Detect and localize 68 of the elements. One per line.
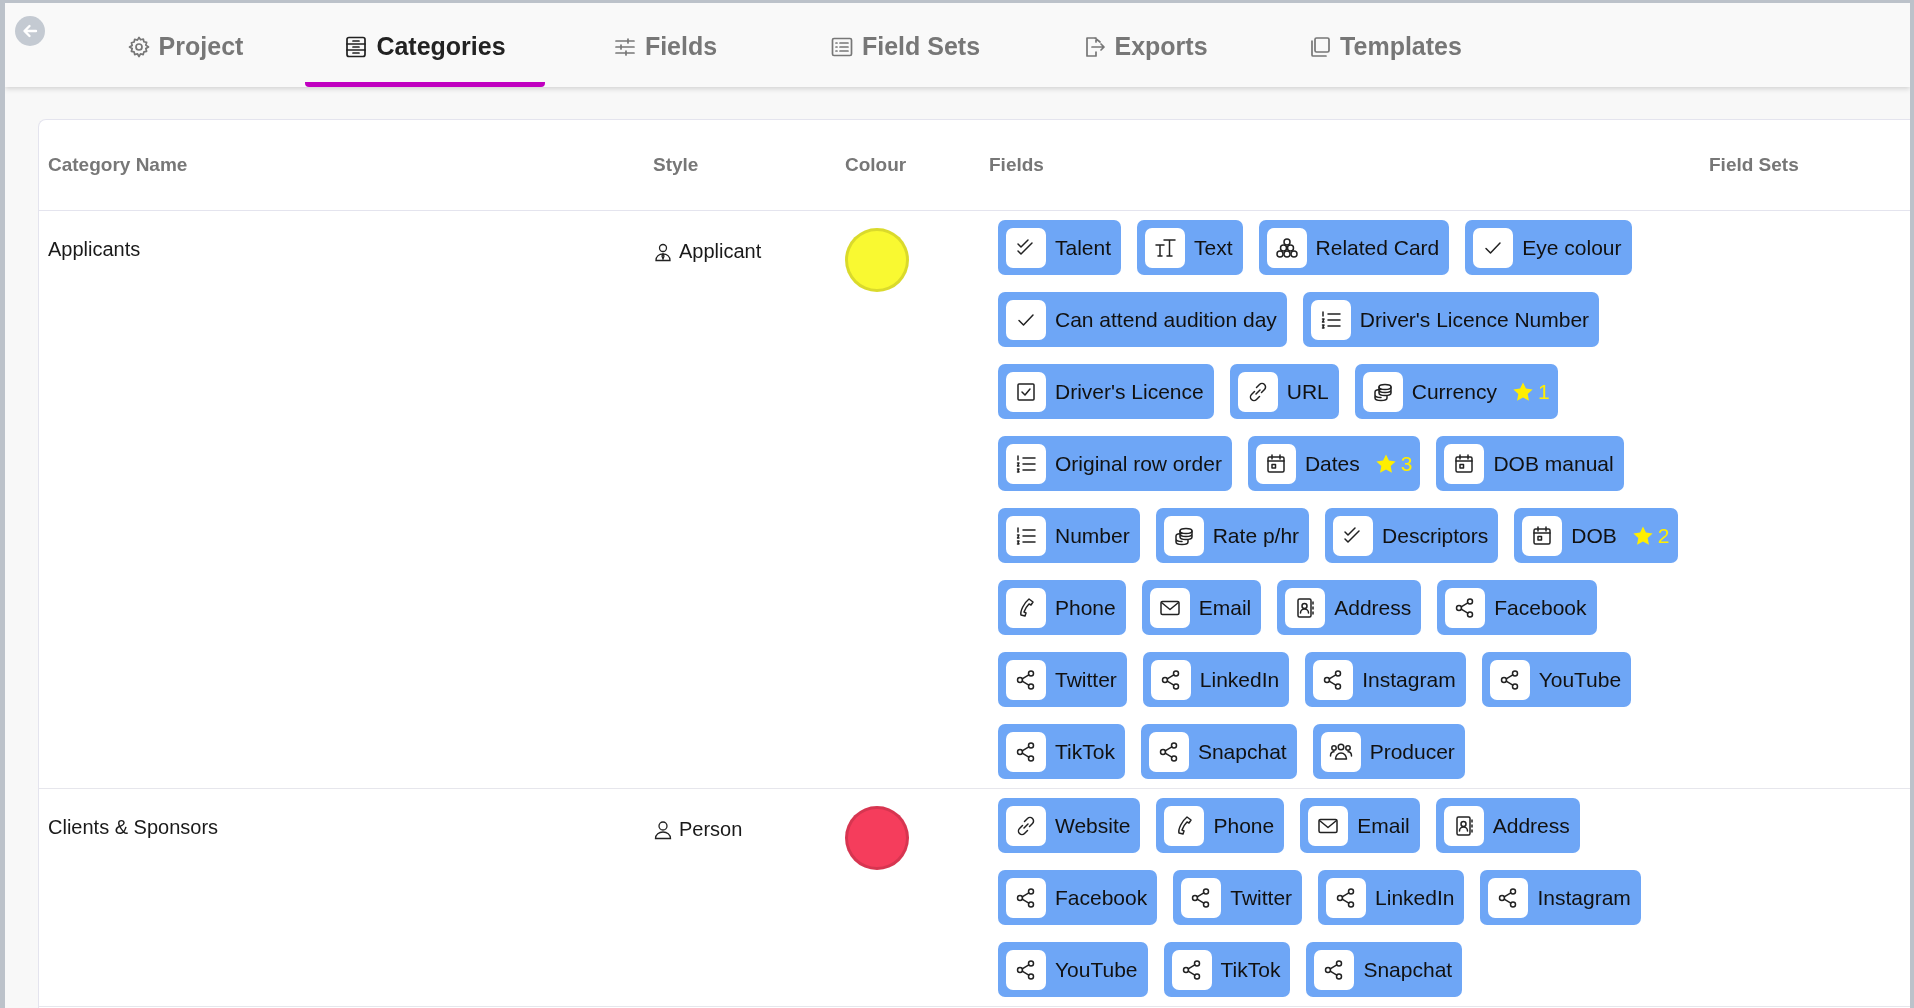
field-chip[interactable]: DOB 2 [1514,508,1678,563]
field-chip[interactable]: Dates 3 [1247,436,1421,491]
star-count: 3 [1400,451,1413,476]
field-chip[interactable]: Snapchat [1306,942,1463,997]
field-chip[interactable]: Can attend audition day [998,292,1287,347]
field-chip[interactable]: Instagram [1480,870,1641,925]
field-chip[interactable]: Rate p/hr [1155,508,1310,563]
circles-icon [1274,235,1299,260]
field-chip[interactable]: Producer [1312,724,1465,779]
panel-icon [344,34,369,59]
field-chip[interactable]: Related Card [1258,220,1450,275]
field-chip[interactable]: Address [1435,798,1580,853]
star-icon [1631,524,1654,547]
tab[interactable]: Categories [305,3,545,87]
field-chip[interactable]: Twitter [998,652,1127,707]
tab[interactable]: Fields [545,3,785,87]
field-chip[interactable]: Snapchat [1140,724,1297,779]
person-icon [653,819,673,840]
field-chip[interactable]: DOB manual [1436,436,1624,491]
column-header: Fields [989,154,1045,176]
field-chip[interactable]: Talent [998,220,1122,275]
field-chip[interactable]: YouTube [998,942,1148,997]
field-chip[interactable]: Text [1137,220,1243,275]
tab[interactable]: Templates [1265,3,1505,87]
field-chip[interactable]: Driver's Licence Number [1302,292,1600,347]
copy-icon [1308,34,1333,59]
field-chip[interactable]: Address [1277,580,1422,635]
field-chip[interactable]: Driver's Licence [998,364,1214,419]
column-header: Field Sets [1709,154,1800,176]
star-icon [1511,380,1534,403]
colour-swatch[interactable] [845,806,909,870]
colour-swatch[interactable] [845,228,909,292]
field-chip[interactable]: Number [998,508,1140,563]
column-header: Style [653,154,700,176]
star-count: 1 [1537,379,1550,404]
field-chip[interactable]: Phone [998,580,1126,635]
star-count: 2 [1657,523,1670,548]
column-header: Colour [845,154,908,176]
field-chip[interactable]: Phone [1156,798,1285,853]
field-chip[interactable]: Descriptors [1325,508,1499,563]
style-label: Applicant [679,240,762,263]
tab[interactable]: Exports [1025,3,1265,87]
tab[interactable]: Field Sets [785,3,1025,87]
settings-icon [126,34,151,59]
back-button[interactable] [15,16,45,46]
field-chip[interactable]: Instagram [1305,652,1466,707]
field-chip[interactable]: Email [1141,580,1262,635]
field-chip[interactable]: TikTok [998,724,1125,779]
field-chip[interactable]: Email [1300,798,1420,853]
field-chip[interactable]: URL [1229,364,1339,419]
field-chip[interactable]: YouTube [1481,652,1632,707]
field-chip[interactable]: Facebook [998,870,1158,925]
field-chip[interactable]: Currency 1 [1354,364,1558,419]
field-chip[interactable]: Eye colour [1465,220,1632,275]
field-chip[interactable]: Website [998,798,1141,853]
tab[interactable]: Project [65,3,305,87]
field-chip[interactable]: LinkedIn [1318,870,1465,925]
column-header: Category Name [48,154,189,176]
field-chip[interactable]: LinkedIn [1142,652,1290,707]
star-icon [1374,452,1397,475]
field-chip[interactable]: TikTok [1163,942,1291,997]
field-chip[interactable]: Original row order [998,436,1232,491]
field-chip[interactable]: Twitter [1173,870,1303,925]
style-label: Person [679,818,743,841]
category-name: Applicants [48,237,141,261]
category-name: Clients & Sponsors [48,815,219,839]
field-chip[interactable]: Facebook [1437,580,1597,635]
person-tie-icon [653,241,673,262]
